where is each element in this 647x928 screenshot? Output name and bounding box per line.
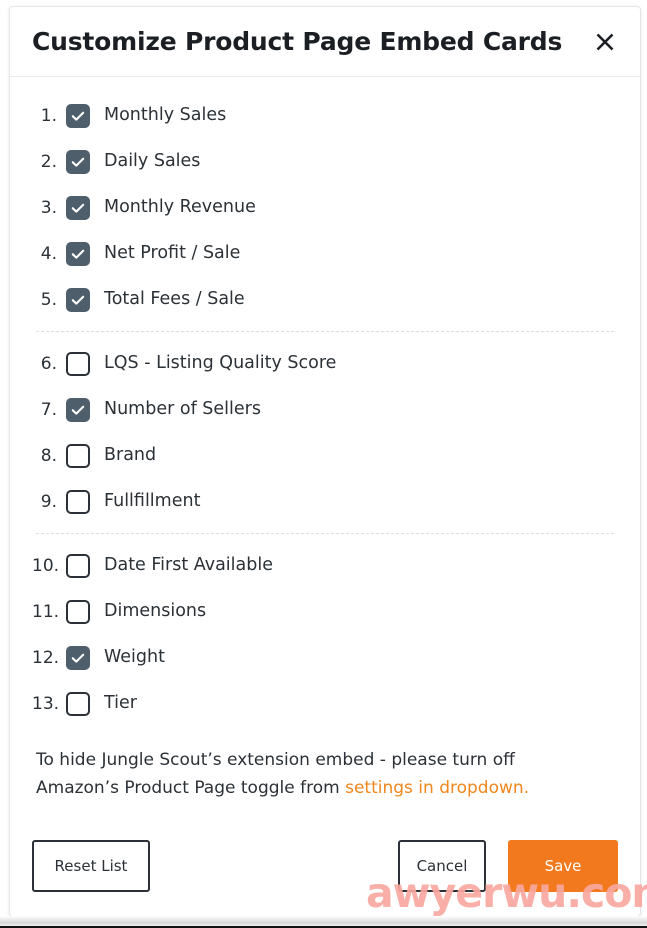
modal-header: Customize Product Page Embed Cards bbox=[10, 7, 640, 77]
option-label: Monthly Revenue bbox=[104, 197, 256, 218]
page-title: Customize Product Page Embed Cards bbox=[32, 26, 563, 56]
option-index: 2. bbox=[40, 151, 57, 172]
screenshot-root: Customize Product Page Embed Cards 1. Mon… bbox=[0, 0, 647, 928]
option-index: 5. bbox=[40, 289, 57, 310]
option-label: Weight bbox=[104, 647, 165, 668]
option-label: Daily Sales bbox=[104, 151, 201, 172]
help-note: To hide Jungle Scout’s extension embed -… bbox=[36, 747, 596, 802]
option-index: 9. bbox=[40, 491, 57, 512]
option-label: Tier bbox=[104, 693, 137, 714]
option-index: 6. bbox=[40, 353, 57, 374]
option-label: Date First Available bbox=[104, 555, 273, 576]
option-row[interactable]: 13. Tier bbox=[32, 681, 618, 727]
close-button[interactable] bbox=[588, 25, 622, 59]
option-index: 10. bbox=[32, 555, 60, 576]
option-row[interactable]: 11. Dimensions bbox=[32, 589, 618, 635]
group-divider bbox=[36, 533, 614, 534]
checkbox-checked[interactable] bbox=[66, 398, 90, 422]
option-row[interactable]: 5. Total Fees / Sale bbox=[32, 277, 618, 323]
option-index: 8. bbox=[40, 445, 57, 466]
checkbox-checked[interactable] bbox=[66, 288, 90, 312]
option-index: 11. bbox=[32, 601, 60, 622]
option-row[interactable]: 8. Brand bbox=[32, 433, 618, 479]
close-icon bbox=[594, 31, 616, 53]
checkbox-unchecked[interactable] bbox=[66, 490, 90, 514]
option-row[interactable]: 9. Fullfillment bbox=[32, 479, 618, 525]
checkbox-checked[interactable] bbox=[66, 646, 90, 670]
modal-footer: Reset List Cancel Save bbox=[10, 822, 640, 916]
checkbox-unchecked[interactable] bbox=[66, 692, 90, 716]
option-index: 13. bbox=[32, 693, 60, 714]
embed-card-options-list: 1. Monthly Sales 2. Daily Sales 3. Monthly Re… bbox=[32, 93, 618, 727]
group-divider bbox=[36, 331, 614, 332]
settings-in-dropdown-link[interactable]: settings in dropdown. bbox=[345, 778, 529, 798]
option-row[interactable]: 4. Net Profit / Sale bbox=[32, 231, 618, 277]
viewport-bottom-fade bbox=[0, 916, 647, 926]
customize-embed-cards-modal: Customize Product Page Embed Cards 1. Mon… bbox=[9, 6, 641, 917]
option-row[interactable]: 12. Weight bbox=[32, 635, 618, 681]
option-index: 1. bbox=[40, 105, 57, 126]
checkbox-checked[interactable] bbox=[66, 196, 90, 220]
option-index: 3. bbox=[40, 197, 57, 218]
checkbox-checked[interactable] bbox=[66, 104, 90, 128]
checkbox-unchecked[interactable] bbox=[66, 444, 90, 468]
save-button[interactable]: Save bbox=[508, 840, 618, 892]
checkbox-unchecked[interactable] bbox=[66, 352, 90, 376]
option-label: Monthly Sales bbox=[104, 105, 227, 126]
cancel-button[interactable]: Cancel bbox=[398, 840, 486, 892]
option-index: 12. bbox=[32, 647, 60, 668]
option-row[interactable]: 3. Monthly Revenue bbox=[32, 185, 618, 231]
checkbox-unchecked[interactable] bbox=[66, 600, 90, 624]
option-row[interactable]: 7. Number of Sellers bbox=[32, 387, 618, 433]
checkbox-checked[interactable] bbox=[66, 242, 90, 266]
modal-body: 1. Monthly Sales 2. Daily Sales 3. Monthly Re… bbox=[10, 77, 640, 822]
option-label: Number of Sellers bbox=[104, 399, 261, 420]
option-row[interactable]: 2. Daily Sales bbox=[32, 139, 618, 185]
checkbox-unchecked[interactable] bbox=[66, 554, 90, 578]
option-index: 4. bbox=[40, 243, 57, 264]
option-index: 7. bbox=[40, 399, 57, 420]
option-label: Fullfillment bbox=[104, 491, 201, 512]
option-label: LQS - Listing Quality Score bbox=[104, 353, 337, 374]
option-row[interactable]: 1. Monthly Sales bbox=[32, 93, 618, 139]
option-label: Total Fees / Sale bbox=[104, 289, 245, 310]
option-row[interactable]: 10. Date First Available bbox=[32, 543, 618, 589]
option-label: Net Profit / Sale bbox=[104, 243, 241, 264]
option-label: Dimensions bbox=[104, 601, 207, 622]
checkbox-checked[interactable] bbox=[66, 150, 90, 174]
reset-list-button[interactable]: Reset List bbox=[32, 840, 150, 892]
option-label: Brand bbox=[104, 445, 157, 466]
option-row[interactable]: 6. LQS - Listing Quality Score bbox=[32, 341, 618, 387]
